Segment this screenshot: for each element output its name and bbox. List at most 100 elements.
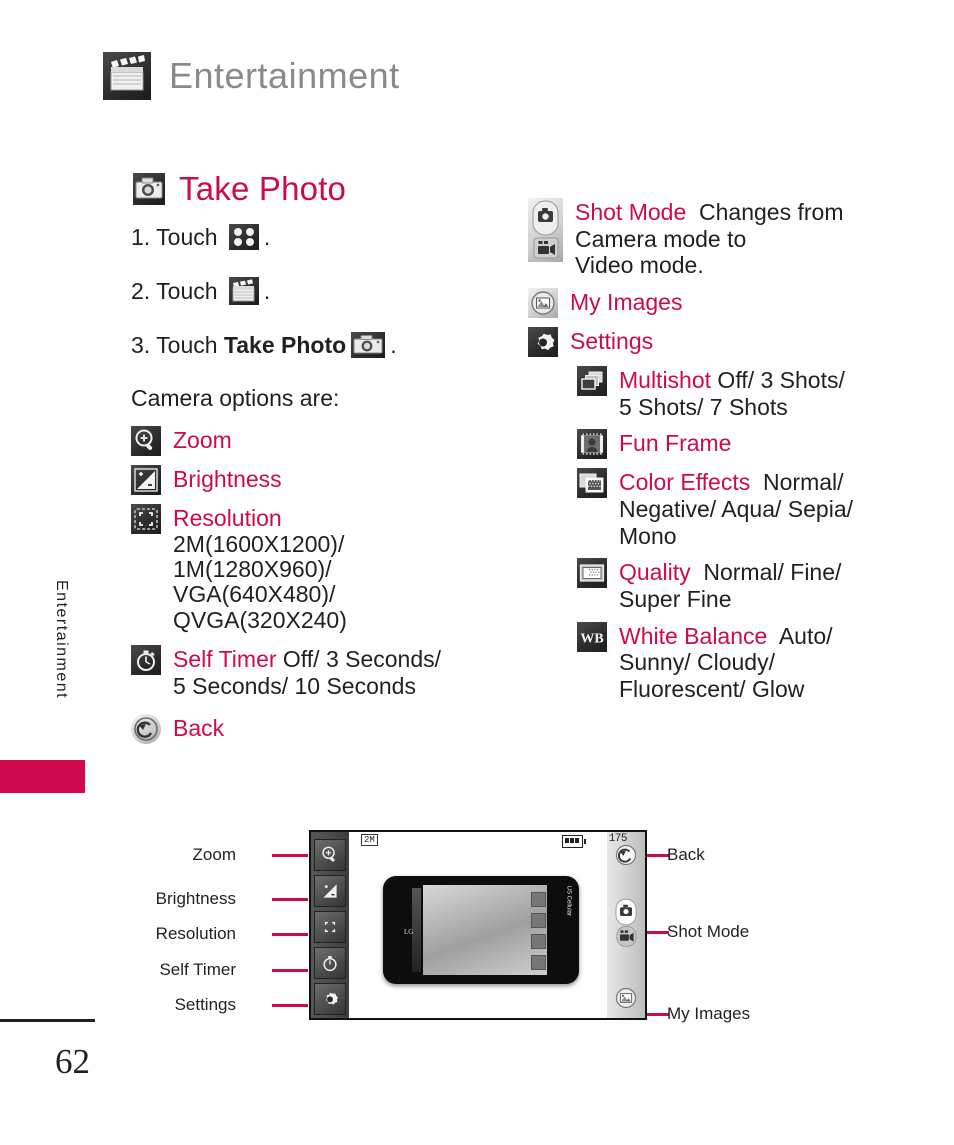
phone-carrier-brand: US Cellular xyxy=(565,885,571,916)
diagram-self-timer-button[interactable] xyxy=(314,947,346,979)
option-multishot-name: Multishot xyxy=(619,367,712,394)
option-resolution-values: 2M(1600X1200)/1M(1280X960)/VGA(640X480)/… xyxy=(173,530,347,633)
diagram-resolution-button[interactable] xyxy=(314,911,346,943)
quality-icon xyxy=(577,558,607,589)
option-shot-mode-name: Shot Mode xyxy=(575,199,687,225)
footer-divider xyxy=(0,1019,95,1022)
side-tab-label: Entertainment xyxy=(53,580,70,700)
left-column: 1. Touch . 2. Touch . 3. Touch Take Phot… xyxy=(131,224,491,753)
option-brightness: Brightness xyxy=(131,465,491,495)
option-my-images-name: My Images xyxy=(570,289,683,316)
gear-icon xyxy=(528,327,558,358)
step-3-text: 3. Touch xyxy=(131,331,224,358)
step-2-period: . xyxy=(263,277,271,304)
diagram-label-zoom: Zoom xyxy=(192,845,236,864)
shot-mode-icon xyxy=(528,198,563,262)
option-resolution-name: Resolution xyxy=(173,505,282,531)
camera-icon xyxy=(351,332,386,358)
option-multishot: Multishot Off/ 3 Shots/5 Shots/ 7 Shots xyxy=(577,366,918,420)
leader-line-my-images xyxy=(647,1013,669,1016)
page-number: 62 xyxy=(55,1042,90,1081)
page-header: Entertainment xyxy=(103,52,400,100)
option-resolution-body: Resolution 2M(1600X1200)/1M(1280X960)/VG… xyxy=(173,504,347,633)
option-shot-mode: Shot Mode Changes from Camera mode to Vide… xyxy=(528,198,918,279)
step-3: 3. Touch Take Photo . xyxy=(131,332,491,358)
self-timer-icon xyxy=(131,645,161,676)
option-settings-name: Settings xyxy=(570,328,654,355)
leader-line-brightness xyxy=(272,898,308,901)
phone-home-tile xyxy=(531,913,546,928)
option-my-images: My Images xyxy=(528,288,918,319)
option-brightness-name: Brightness xyxy=(173,466,282,492)
option-white-balance: WB White Balance Auto/Sunny/ Cloudy/Fluo… xyxy=(577,621,918,703)
grid-four-dots-icon xyxy=(228,224,259,250)
back-arrow-icon xyxy=(131,713,161,744)
option-white-balance-body: White Balance Auto/Sunny/ Cloudy/Fluores… xyxy=(619,622,833,703)
option-fun-frame: Fun Frame xyxy=(577,429,918,460)
camera-ui-diagram: 2M 175 LG US Cellular xyxy=(309,830,647,1020)
diagram-brightness-button[interactable] xyxy=(314,875,346,907)
option-back-name: Back xyxy=(173,714,225,741)
diagram-zoom-button[interactable] xyxy=(314,839,346,871)
option-zoom: Zoom xyxy=(131,426,491,456)
clapperboard-icon xyxy=(228,277,259,305)
option-back: Back xyxy=(131,713,491,744)
diagram-label-shot-mode: Shot Mode xyxy=(667,922,750,941)
diagram-mode-badge: 2M xyxy=(361,834,378,846)
option-my-images-body: My Images xyxy=(570,288,682,316)
step-1: 1. Touch . xyxy=(131,224,491,250)
leader-line-back xyxy=(647,854,669,857)
multishot-icon xyxy=(577,366,607,397)
step-3-period: . xyxy=(390,331,397,358)
battery-icon xyxy=(562,835,586,848)
section-title-text: Take Photo xyxy=(179,170,347,207)
phone-logo: LG xyxy=(404,928,414,936)
option-quality: Quality Normal/ Fine/Super Fine xyxy=(577,558,918,612)
diagram-label-back: Back xyxy=(667,845,705,864)
option-fun-frame-body: Fun Frame xyxy=(619,429,731,457)
option-self-timer-body: Self Timer Off/ 3 Seconds/5 Seconds/ 10 … xyxy=(173,645,441,699)
white-balance-icon: WB xyxy=(577,621,607,652)
settings-sub-list: Multishot Off/ 3 Shots/5 Shots/ 7 Shots xyxy=(577,366,918,703)
diagram-my-images-button[interactable] xyxy=(610,982,642,1014)
step-1-text: 1. Touch xyxy=(131,223,224,250)
leader-line-settings xyxy=(272,1004,308,1007)
leader-line-self-timer xyxy=(272,969,308,972)
option-color-effects-body: Color Effects Normal/Negative/ Aqua/ Sep… xyxy=(619,468,853,549)
leader-line-shot-mode xyxy=(647,931,669,934)
step-1-period: . xyxy=(263,223,271,250)
option-multishot-body: Multishot Off/ 3 Shots/5 Shots/ 7 Shots xyxy=(619,366,845,420)
option-color-effects: Color Effects Normal/Negative/ Aqua/ Sep… xyxy=(577,468,918,549)
option-settings-body: Settings xyxy=(570,327,653,355)
leader-line-zoom xyxy=(272,854,308,857)
svg-text:WB: WB xyxy=(580,631,603,646)
option-quality-body: Quality Normal/ Fine/Super Fine xyxy=(619,558,841,612)
phone-side-bezel xyxy=(412,888,421,972)
my-images-icon xyxy=(528,288,558,319)
option-zoom-body: Zoom xyxy=(173,426,232,454)
step-2-text: 2. Touch xyxy=(131,277,224,304)
option-back-body: Back xyxy=(173,714,224,742)
zoom-magnifier-icon xyxy=(131,426,161,456)
phone-home-tile xyxy=(531,934,546,949)
side-tab-accent-block xyxy=(0,760,85,793)
resolution-icon xyxy=(131,504,161,534)
option-fun-frame-name: Fun Frame xyxy=(619,430,732,457)
diagram-label-settings: Settings xyxy=(174,995,236,1014)
phone-home-tile xyxy=(531,955,546,970)
diagram-label-my-images: My Images xyxy=(667,1004,751,1023)
brightness-icon xyxy=(131,465,161,495)
color-effects-icon xyxy=(577,468,607,499)
option-brightness-body: Brightness xyxy=(173,465,282,493)
leader-line-resolution xyxy=(272,933,308,936)
option-shot-mode-body: Shot Mode Changes from Camera mode to Vide… xyxy=(575,198,844,279)
camera-options-lead: Camera options are: xyxy=(131,385,340,411)
diagram-back-button[interactable] xyxy=(610,839,642,871)
phone-screen xyxy=(423,885,547,975)
option-zoom-name: Zoom xyxy=(173,427,232,453)
right-column: Shot Mode Changes from Camera mode to Vide… xyxy=(528,198,918,712)
diagram-shot-mode-button[interactable] xyxy=(610,894,642,954)
diagram-settings-button[interactable] xyxy=(314,983,346,1015)
clapperboard-icon xyxy=(103,52,151,100)
camera-icon xyxy=(133,173,165,205)
